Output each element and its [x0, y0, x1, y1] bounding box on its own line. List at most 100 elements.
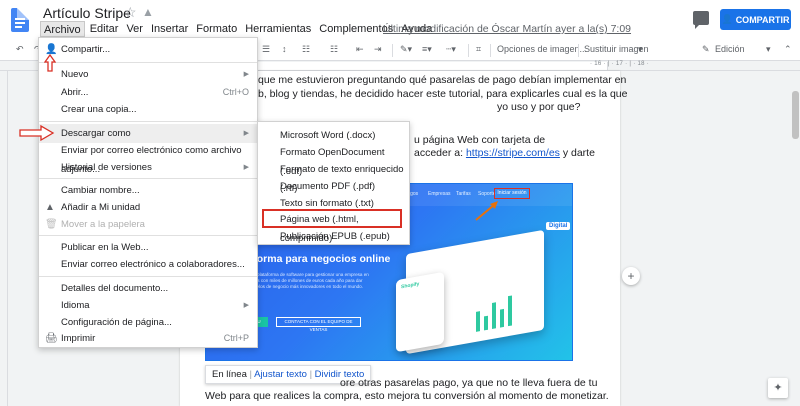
- image-options-button[interactable]: Opciones de imagen...: [497, 44, 587, 54]
- docs-logo-icon[interactable]: [11, 8, 29, 32]
- menu-item-label: Historial de versiones: [61, 162, 152, 173]
- paragraph-line[interactable]: yo uso y por que?: [497, 101, 580, 114]
- laptop-brand-label: Digital: [546, 222, 571, 230]
- menu-item-print[interactable]: 🖨 Imprimir Ctrl+P: [39, 329, 257, 348]
- add-comment-icon[interactable]: +: [622, 267, 640, 285]
- menu-item-version-history[interactable]: Historial de versiones ▶: [39, 158, 257, 177]
- download-epub[interactable]: Publicación EPUB (.epub): [258, 227, 409, 246]
- annotation-arrow-up-icon: [44, 54, 56, 72]
- menu-item-label: Nuevo: [61, 69, 89, 80]
- border-weight-icon[interactable]: ≡▾: [422, 44, 432, 55]
- paragraph-line[interactable]: Web para que realices la compra, esto me…: [205, 390, 609, 403]
- menu-item-label: Configuración de página...: [61, 317, 172, 328]
- numbered-list-icon[interactable]: ☷: [302, 44, 310, 55]
- document-title[interactable]: Artículo Stripe: [43, 5, 131, 21]
- image-login-button: Iniciar sesión: [494, 188, 530, 199]
- paragraph-text: acceder a:: [414, 147, 466, 159]
- image-nav-item: Soporte: [478, 191, 496, 197]
- scroll-thumb[interactable]: [792, 91, 799, 139]
- menu-item-label: Enviar correo electrónico a colaboradore…: [61, 259, 245, 270]
- scrollbar[interactable]: [791, 71, 800, 406]
- undo-icon[interactable]: ↶: [16, 44, 24, 55]
- editing-mode-button[interactable]: Edición: [715, 44, 745, 54]
- inline-option[interactable]: En línea: [212, 369, 247, 380]
- phone-mockup: Shopify: [396, 271, 444, 353]
- menu-item-label: Imprimir: [61, 333, 96, 344]
- toolbar-divider: [578, 44, 579, 57]
- line-spacing-icon[interactable]: ↕: [282, 44, 287, 54]
- annotation-arrow-right-icon: [19, 124, 55, 142]
- submenu-arrow-icon: ▶: [243, 71, 249, 78]
- explore-icon[interactable]: ✦: [768, 378, 788, 398]
- menu-insertar[interactable]: Insertar: [148, 21, 191, 37]
- menu-formato[interactable]: Formato: [193, 21, 240, 37]
- chart-bar: [508, 295, 512, 327]
- border-dash-icon[interactable]: ┄▾: [446, 44, 456, 55]
- crop-icon[interactable]: ⌗: [476, 44, 481, 55]
- top-bar: Artículo Stripe ☆ ▲ Archivo Editar Ver I…: [0, 0, 800, 40]
- menu-item-move-to-trash: 🗑 Mover a la papelera: [39, 215, 257, 234]
- ruler-track: [208, 62, 608, 70]
- stripe-link[interactable]: https://stripe.com/es: [466, 147, 560, 159]
- menu-herramientas[interactable]: Herramientas: [242, 21, 314, 37]
- menu-item-copy[interactable]: Crear una copia...: [39, 100, 257, 119]
- border-color-icon[interactable]: ✎▾: [400, 44, 412, 55]
- chart-bar: [500, 308, 504, 328]
- paragraph-line[interactable]: u página Web con tarjeta de: [414, 134, 545, 147]
- wrap-text-option[interactable]: Ajustar texto: [254, 369, 307, 380]
- chevron-down-icon[interactable]: ▾: [766, 44, 771, 55]
- menu-item-label: Abrir...: [61, 87, 89, 98]
- menu-ver[interactable]: Ver: [123, 21, 146, 37]
- last-edit-link[interactable]: Última modificación de Óscar Martín ayer…: [383, 23, 631, 35]
- decrease-indent-icon[interactable]: ⇤: [356, 44, 364, 55]
- paragraph-line[interactable]: ore otras pasarelas pago, ya que no te l…: [340, 377, 597, 390]
- menu-item-label: Mover a la papelera: [61, 219, 145, 230]
- shortcut-label: Ctrl+P: [223, 333, 249, 343]
- person-add-icon: 👤: [721, 14, 733, 24]
- chart-bar: [484, 315, 488, 331]
- share-button[interactable]: 👤 COMPARTIR: [720, 9, 791, 30]
- move-to-folder-icon[interactable]: ▲: [142, 5, 154, 19]
- image-sales-button: CONTACTA CON EL EQUIPO DE VENTAS: [276, 317, 361, 332]
- ruler-numbers: · 16 · | · 17 · | · 18 ·: [590, 61, 649, 67]
- file-menu: 👤 Compartir... Nuevo ▶ Abrir... Ctrl+O Crea…: [38, 37, 258, 348]
- paragraph-text: y darte: [559, 147, 595, 159]
- menu-item-label: Crear una copia...: [61, 104, 137, 115]
- collapse-toolbar-icon[interactable]: ⌃: [784, 44, 792, 55]
- menu-item-label: Compartir...: [61, 44, 111, 55]
- chart-bar: [492, 302, 496, 330]
- share-button-label: COMPARTIR: [735, 14, 790, 25]
- image-nav-item: Empresas: [428, 191, 451, 197]
- menu-separator: [39, 235, 257, 236]
- chevron-down-icon[interactable]: ▾: [638, 44, 643, 55]
- highlight-box: [262, 209, 402, 228]
- menu-item-label: Detalles del documento...: [61, 283, 169, 294]
- menu-archivo[interactable]: Archivo: [40, 21, 85, 37]
- align-justify-icon[interactable]: ☰: [262, 44, 270, 55]
- paragraph-line[interactable]: que me estuvieron preguntando qué pasare…: [258, 74, 626, 87]
- increase-indent-icon[interactable]: ⇥: [374, 44, 382, 55]
- menu-separator: [39, 276, 257, 277]
- menu-item-new[interactable]: Nuevo ▶: [39, 65, 257, 84]
- vertical-ruler[interactable]: [0, 71, 8, 406]
- toolbar-divider: [392, 44, 393, 57]
- menu-item-label: Idioma: [61, 300, 90, 311]
- menu-item-email-collaborators[interactable]: Enviar correo electrónico a colaboradore…: [39, 255, 257, 274]
- menu-separator: [39, 121, 257, 122]
- chart-bar: [476, 311, 480, 332]
- printer-icon: 🖨: [45, 333, 58, 344]
- bulleted-list-icon[interactable]: ☷: [330, 44, 338, 55]
- star-icon[interactable]: ☆: [124, 4, 137, 21]
- toolbar-divider: [468, 44, 469, 57]
- toolbar-divider: [490, 44, 491, 57]
- pencil-icon: ✎: [702, 44, 710, 54]
- menu-item-share[interactable]: 👤 Compartir...: [39, 40, 257, 59]
- annotation-arrow-icon: [475, 201, 498, 221]
- paragraph-line[interactable]: b, blog y tiendas, he decidido hacer est…: [258, 88, 627, 101]
- menu-item-label: Cambiar nombre...: [61, 185, 140, 196]
- menu-editar[interactable]: Editar: [87, 21, 122, 37]
- paragraph-line[interactable]: acceder a: https://stripe.com/es y darte: [414, 147, 595, 160]
- trash-icon: 🗑: [45, 219, 58, 230]
- menu-item-label: Publicar en la Web...: [61, 242, 149, 253]
- comments-icon[interactable]: [693, 11, 709, 29]
